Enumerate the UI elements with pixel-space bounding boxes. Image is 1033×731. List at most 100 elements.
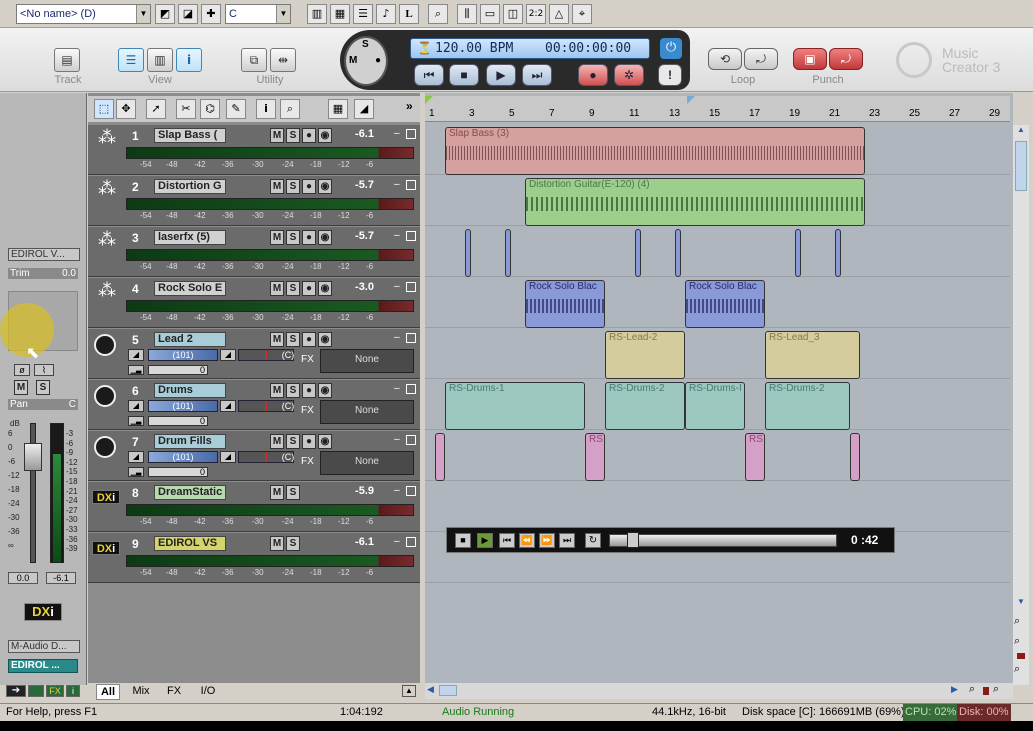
zoom-out-horizontal-icon[interactable]: ⌕ [969,683,975,696]
maximize-icon[interactable] [406,486,416,496]
fx-toggle-button[interactable]: FX [46,685,64,697]
zoom-in-horizontal-icon[interactable]: ⌕ [993,683,999,696]
clip-laserfx[interactable] [675,229,681,277]
volume-slider[interactable]: (101) [148,400,218,412]
track-header[interactable]: DXi 9 EDIROL VS M S -6.1 – -54 -48 -42 -36 -30 -24 -1… [88,533,420,583]
maximize-icon[interactable] [406,384,416,394]
expand-icon[interactable]: ▲ [402,685,416,697]
time-ruler[interactable]: 1 3 5 7 9 11 13 15 17 19 21 23 25 27 29 [425,96,1010,122]
key-combo[interactable]: C ▼ [225,4,291,24]
maximize-icon[interactable] [406,282,416,292]
minimize-icon[interactable]: – [394,230,400,241]
track-name[interactable]: DreamStatic [154,485,226,500]
output-device[interactable]: M-Audio D... [8,640,80,653]
track-lane[interactable] [425,482,1010,532]
clip-laserfx[interactable] [835,229,841,277]
trim-control[interactable]: Trim 0.0 [8,268,78,279]
grid-icon[interactable]: ▦ [330,4,350,24]
clip-drum-fill-1[interactable]: RS [585,433,605,481]
count-field[interactable]: 0 [148,365,208,375]
loop-settings-button[interactable]: ⤾ [744,48,778,70]
alert-button[interactable]: ! [658,64,682,86]
clip-laserfx[interactable] [635,229,641,277]
track-lane[interactable] [425,431,1010,481]
crosshair-icon[interactable]: ⌖ [572,4,592,24]
player-end-button[interactable]: ⏭ [559,533,575,548]
mute-button[interactable]: M [270,230,284,245]
track-name[interactable]: Lead 2 [154,332,226,347]
pan-slider[interactable]: (C) [238,451,294,463]
input-echo-button[interactable]: ◉ [318,128,332,143]
mute-button[interactable]: M [270,383,284,398]
vertical-scrollbar[interactable]: ▲ ▼ ⌕ ⌕ ⌕ [1013,125,1029,685]
move-tool-icon[interactable]: ✥ [116,99,136,119]
track-header[interactable]: 7 Drum Fills M S ● ◉ – ◢ (101) ◢ (C) FX None ▁▃ 0 [88,431,420,481]
ratio-icon[interactable]: 2:2 [526,4,546,24]
track-header[interactable]: DXi 8 DreamStatic M S -5.9 – -54 -48 -42 -36 -30 -24… [88,482,420,532]
zoom-in-vertical-icon[interactable]: ⌕ [1014,615,1020,628]
clip-rs-drums-2[interactable]: RS-Drums-2 [605,382,685,430]
clip-drum-fill[interactable] [850,433,860,481]
record-mode-button[interactable]: ✲ [614,64,644,86]
track-volume[interactable]: -6.1 [342,536,374,548]
rewind-to-start-button[interactable]: ⏮ [414,64,444,86]
envelope-icon[interactable] [28,685,44,697]
synth-rack-icon[interactable]: ▭ [480,4,500,24]
console-icon[interactable]: ◫ [503,4,523,24]
clip-rock-solo-1[interactable]: Rock Solo Blac [525,280,605,328]
arrow-right-icon[interactable]: ◪ [178,4,198,24]
record-arm-button[interactable]: ● [302,383,316,398]
stop-button[interactable]: ■ [449,64,479,86]
input-echo-button[interactable]: ◉ [318,179,332,194]
mute-button[interactable]: M [270,332,284,347]
maximize-icon[interactable] [406,435,416,445]
volume-fader[interactable] [24,443,42,471]
go-to-end-button[interactable]: ⏭ [522,64,552,86]
solo-button[interactable]: S [286,536,300,551]
clip-rock-solo-2[interactable]: Rock Solo Blac [685,280,765,328]
scroll-up-icon[interactable]: ▲ [1015,125,1027,139]
track-header[interactable]: ⁂ 3 laserfx (5) M S ● ◉ -5.7 – -54 -48 -42 -36 -30 -24… [88,227,420,277]
count-field[interactable]: 0 [148,416,208,426]
minimize-icon[interactable]: – [394,179,400,190]
track-header[interactable]: 6 Drums M S ● ◉ – ◢ (101) ◢ (C) FX None ▁▃ 0 [88,380,420,430]
record-button[interactable]: ● [578,64,608,86]
view-list-button[interactable]: ☰ [118,48,144,72]
inspector-solo-button[interactable]: S [36,380,50,395]
record-arm-button[interactable]: ● [302,179,316,194]
player-seek-bar[interactable] [609,534,837,547]
track-name[interactable]: Drums [154,383,226,398]
hzoom-level-icon[interactable] [983,687,989,695]
track-name[interactable]: Rock Solo E [154,281,226,296]
piano-icon[interactable]: ▥ [307,4,327,24]
transport-mode-dial[interactable]: S M ● [344,36,388,86]
clip-slap-bass[interactable]: Slap Bass (3) [445,127,865,175]
fx-box[interactable]: FX None [301,349,414,373]
minimize-icon[interactable]: – [394,332,400,343]
track-header[interactable]: ⁂ 4 Rock Solo E M S ● ◉ -3.0 – -54 -48 -42 -36 -30 -24… [88,278,420,328]
track-volume[interactable]: -5.7 [342,179,374,191]
clip-laserfx[interactable] [795,229,801,277]
solo-button[interactable]: S [286,179,300,194]
player-stop-button[interactable]: ■ [455,533,471,548]
track-name[interactable]: Distortion G [154,179,226,194]
minimize-icon[interactable]: – [394,383,400,394]
mute-button[interactable]: M [270,281,284,296]
track-properties-button[interactable]: ▤ [54,48,80,72]
input-echo-button[interactable]: ◉ [318,230,332,245]
grid-snap-icon[interactable]: ▦ [328,99,348,119]
fx-box[interactable]: FX None [301,400,414,424]
fx-box[interactable]: FX None [301,451,414,475]
record-arm-button[interactable]: ● [302,434,316,449]
clip-laserfx[interactable] [465,229,471,277]
mute-button[interactable]: M [270,179,284,194]
maximize-icon[interactable] [406,129,416,139]
track-lane[interactable] [425,227,1010,277]
solo-button[interactable]: S [286,281,300,296]
record-arm-button[interactable]: ● [302,230,316,245]
loop-start-marker-icon[interactable] [425,96,433,104]
minimize-icon[interactable]: – [394,281,400,292]
input-echo-button[interactable]: ◉ [318,281,332,296]
solo-button[interactable]: S [286,383,300,398]
draw-tool-icon[interactable]: ✎ [226,99,246,119]
